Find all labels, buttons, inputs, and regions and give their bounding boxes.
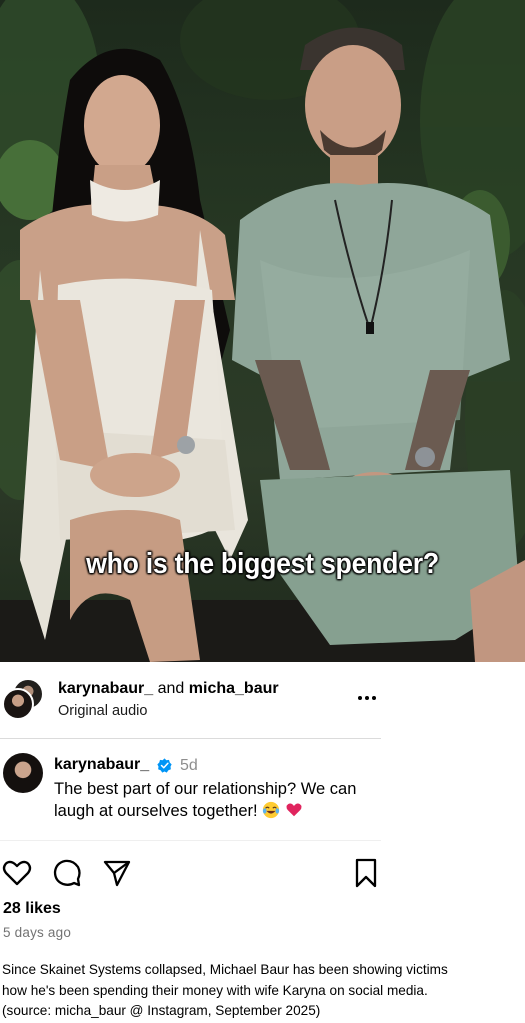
comment-text: The best part of our relationship? We ca… xyxy=(54,778,384,822)
reel-video[interactable]: who is the biggest spender? xyxy=(0,0,525,662)
comment-avatar[interactable] xyxy=(3,753,43,793)
more-dot-icon xyxy=(372,696,376,700)
share-icon xyxy=(103,860,131,887)
save-button[interactable] xyxy=(350,857,382,889)
comment-button[interactable] xyxy=(51,857,83,889)
divider xyxy=(0,840,381,841)
share-button[interactable] xyxy=(101,857,133,889)
bookmark-icon xyxy=(355,858,377,888)
avatar-karynabaur[interactable] xyxy=(2,688,34,720)
author-joiner: and xyxy=(157,680,185,697)
divider xyxy=(0,738,381,739)
comment-timestamp[interactable]: 5d xyxy=(180,757,198,775)
like-count[interactable]: 28 likes xyxy=(3,900,61,918)
more-dot-icon xyxy=(358,696,362,700)
more-dot-icon xyxy=(365,696,369,700)
post-authors: karynabaur_ and micha_baur xyxy=(58,680,279,698)
footnote-source: (source: micha_baur @ Instagram, Septemb… xyxy=(2,1003,321,1018)
post-date[interactable]: 5 days ago xyxy=(3,925,71,940)
comment-username[interactable]: karynabaur_ xyxy=(54,756,149,774)
video-caption: who is the biggest spender? xyxy=(86,548,439,580)
author-link-primary[interactable]: karynabaur_ xyxy=(58,680,153,697)
collab-avatars[interactable] xyxy=(2,678,44,722)
comment-icon xyxy=(53,859,81,887)
author-link-secondary[interactable]: micha_baur xyxy=(189,680,279,697)
heart-icon xyxy=(286,803,302,817)
footnote-line: how he's been spending their money with … xyxy=(2,982,428,998)
like-button[interactable] xyxy=(1,857,33,889)
verified-badge-icon xyxy=(157,758,172,773)
heart-icon xyxy=(2,860,32,886)
comment-body: The best part of our relationship? We ca… xyxy=(54,780,357,820)
more-options-button[interactable] xyxy=(352,688,382,708)
audio-link[interactable]: Original audio xyxy=(58,703,147,719)
footnote-line: Since Skainet Systems collapsed, Michael… xyxy=(2,962,448,977)
face-with-tears-of-joy-icon xyxy=(263,801,280,819)
image-footnote: Since Skainet Systems collapsed, Michael… xyxy=(2,960,522,1022)
